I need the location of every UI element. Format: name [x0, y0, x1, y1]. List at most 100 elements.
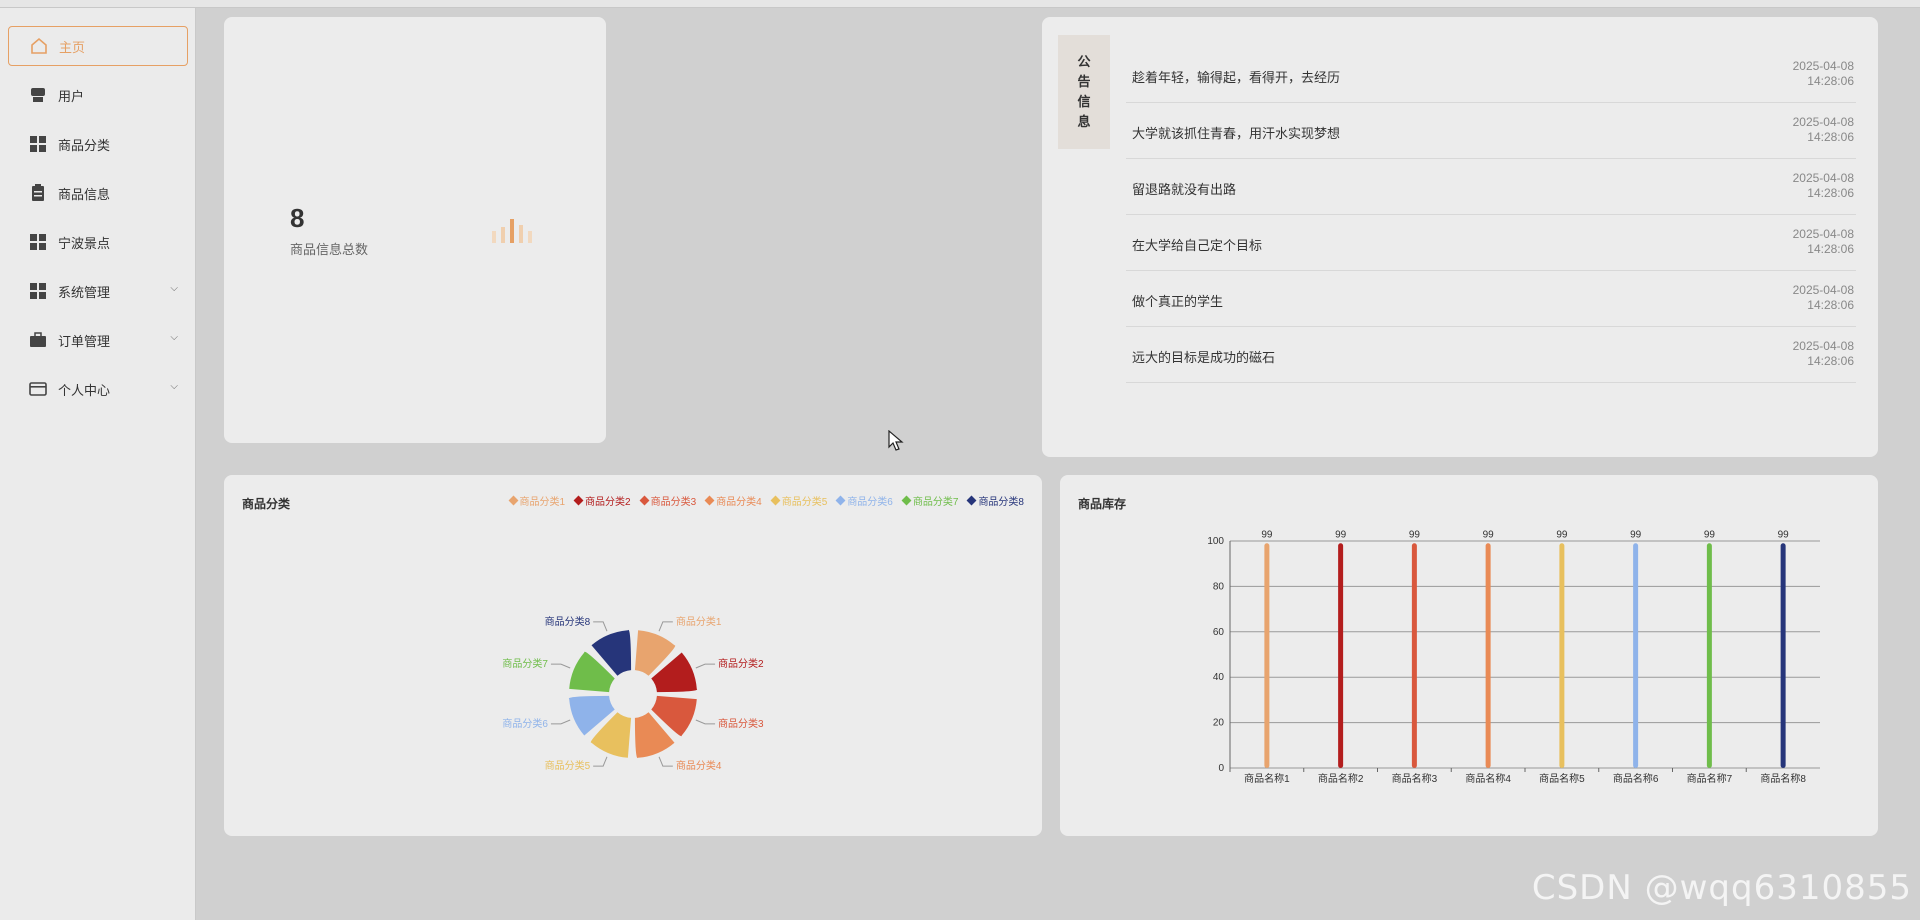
bar-value-label: 99 [1556, 529, 1568, 540]
bar[interactable] [1485, 543, 1491, 768]
pie-label-line [658, 756, 673, 767]
sidebar-item-label: 商品信息 [58, 186, 111, 202]
pie-label-line [593, 621, 608, 632]
notice-tag-char: 信 [1077, 94, 1091, 109]
y-tick-label: 0 [1218, 763, 1224, 774]
notice-date: 2025-04-08 [1792, 283, 1854, 297]
bar-chart-icon [492, 219, 532, 243]
bar[interactable] [1338, 543, 1344, 768]
stock-bar-chart: 0 20 40 60 80 100 99 商品名称1 99 商品名称2 99 商品名称3 99 商品名称4… [1207, 529, 1820, 785]
stat-value: 8 [290, 203, 305, 233]
category-pie-chart: 商品分类1 商品分类2 商品分类3 商品分类4 商品分类5 商品分类6 商品分类7 商品分类8 [502, 615, 764, 772]
pie-label-line [695, 719, 716, 725]
home-icon [29, 36, 49, 56]
sidebar-item-6[interactable]: 系统管理 ⌵ [8, 271, 188, 311]
notice-date: 2025-04-08 [1792, 171, 1854, 185]
sidebar-item-label: 主页 [59, 39, 86, 55]
notice-item[interactable]: 留退路就没有出路 2025-04-08 14:28:06 [1126, 159, 1856, 215]
x-tick-label: 商品名称5 [1539, 772, 1585, 785]
grid-icon [28, 232, 48, 252]
notice-date: 2025-04-08 [1792, 115, 1854, 129]
notice-tag-char: 公 [1077, 54, 1091, 69]
notice-panel: 公告信息 趁着年轻，输得起，看得开，去经历 2025-04-08 14:28:06 大… [1042, 17, 1878, 457]
clipboard-icon [28, 183, 48, 203]
chevron-down-icon: ⌵ [170, 332, 178, 343]
bar-value-label: 99 [1630, 529, 1642, 540]
pie-slice-label: 商品分类7 [502, 657, 548, 670]
bar[interactable] [1559, 543, 1565, 768]
stat-card: 8 商品信息总数 [224, 17, 606, 443]
bar-value-label: 99 [1261, 529, 1273, 540]
pie-label-line [550, 719, 571, 725]
x-tick-label: 商品名称7 [1687, 772, 1733, 785]
category-chart-panel: 商品分类 商品分类1 商品分类2 商品分类3 商品分类4 商品分类5 商品分类6 商品分类7… [224, 475, 1042, 836]
sidebar: 主页 用户 商品分类 商品信息 宁波景点 系统管理 ⌵ 订单管理 ⌵ 个人中心 ⌵ [0, 8, 196, 920]
bar-value-label: 99 [1778, 529, 1790, 540]
notice-item[interactable]: 远大的目标是成功的磁石 2025-04-08 14:28:06 [1126, 327, 1856, 383]
grid-icon [28, 281, 48, 301]
sidebar-item-1[interactable]: 主页 [8, 26, 188, 66]
notice-date: 2025-04-08 [1792, 339, 1854, 353]
notice-timestamp: 2025-04-08 14:28:06 [1793, 171, 1854, 201]
user-icon [28, 85, 48, 105]
sidebar-item-7[interactable]: 订单管理 ⌵ [8, 320, 188, 360]
notice-tag-char: 息 [1077, 114, 1091, 129]
notice-title[interactable]: 留退路就没有出路 [1132, 179, 1236, 198]
sidebar-item-label: 系统管理 [58, 284, 111, 300]
notice-timestamp: 2025-04-08 14:28:06 [1793, 115, 1854, 145]
sidebar-item-2[interactable]: 用户 [8, 75, 188, 115]
stat-label: 商品信息总数 [290, 242, 369, 257]
notice-title[interactable]: 远大的目标是成功的磁石 [1132, 347, 1275, 366]
notice-title[interactable]: 在大学给自己定个目标 [1132, 235, 1262, 254]
notice-item[interactable]: 做个真正的学生 2025-04-08 14:28:06 [1126, 271, 1856, 327]
sidebar-item-label: 宁波景点 [58, 235, 111, 251]
notice-time: 14:28:06 [1807, 354, 1854, 368]
notice-title[interactable]: 大学就该抓住青春，用汗水实现梦想 [1132, 123, 1340, 142]
sidebar-item-label: 商品分类 [58, 137, 111, 153]
top-bar [0, 0, 1920, 8]
bar-value-label: 99 [1483, 529, 1495, 540]
card-icon [28, 379, 48, 399]
bar[interactable] [1633, 543, 1639, 768]
grid-icon [28, 134, 48, 154]
notice-item[interactable]: 趁着年轻，输得起，看得开，去经历 2025-04-08 14:28:06 [1126, 47, 1856, 103]
pie-slice-label: 商品分类5 [545, 759, 591, 772]
sidebar-item-label: 订单管理 [58, 333, 111, 349]
notice-item[interactable]: 在大学给自己定个目标 2025-04-08 14:28:06 [1126, 215, 1856, 271]
notice-tag-char: 告 [1077, 74, 1091, 89]
y-tick-label: 80 [1213, 581, 1225, 592]
notice-title[interactable]: 做个真正的学生 [1132, 291, 1223, 310]
y-tick-label: 40 [1213, 672, 1225, 683]
pie-label-line [593, 756, 608, 767]
bar-value-label: 99 [1704, 529, 1716, 540]
notice-timestamp: 2025-04-08 14:28:06 [1793, 227, 1854, 257]
x-tick-label: 商品名称2 [1318, 772, 1364, 785]
notice-tag: 公告信息 [1058, 35, 1110, 149]
notice-time: 14:28:06 [1807, 298, 1854, 312]
bar[interactable] [1264, 543, 1270, 768]
bar-value-label: 99 [1409, 529, 1421, 540]
notice-timestamp: 2025-04-08 14:28:06 [1793, 283, 1854, 313]
sidebar-item-4[interactable]: 商品信息 [8, 173, 188, 213]
sidebar-item-label: 用户 [58, 88, 85, 104]
x-tick-label: 商品名称8 [1760, 772, 1806, 785]
sidebar-item-5[interactable]: 宁波景点 [8, 222, 188, 262]
notice-item[interactable]: 大学就该抓住青春，用汗水实现梦想 2025-04-08 14:28:06 [1126, 103, 1856, 159]
notice-time: 14:28:06 [1807, 186, 1854, 200]
pie-slice-label: 商品分类2 [718, 657, 764, 670]
bar[interactable] [1780, 543, 1786, 768]
sidebar-item-8[interactable]: 个人中心 ⌵ [8, 369, 188, 409]
notice-time: 14:28:06 [1807, 242, 1854, 256]
bar[interactable] [1706, 543, 1712, 768]
pie-slice-label: 商品分类6 [502, 717, 548, 730]
watermark: CSDN @wqq6310855 [1531, 868, 1912, 908]
briefcase-icon [28, 330, 48, 350]
y-tick-label: 100 [1207, 536, 1224, 547]
notice-time: 14:28:06 [1807, 130, 1854, 144]
notice-timestamp: 2025-04-08 14:28:06 [1793, 59, 1854, 89]
notice-title[interactable]: 趁着年轻，输得起，看得开，去经历 [1132, 67, 1340, 86]
bar-value-label: 99 [1335, 529, 1347, 540]
bar[interactable] [1411, 543, 1417, 768]
pie-slice-label: 商品分类3 [718, 717, 764, 730]
sidebar-item-3[interactable]: 商品分类 [8, 124, 188, 164]
